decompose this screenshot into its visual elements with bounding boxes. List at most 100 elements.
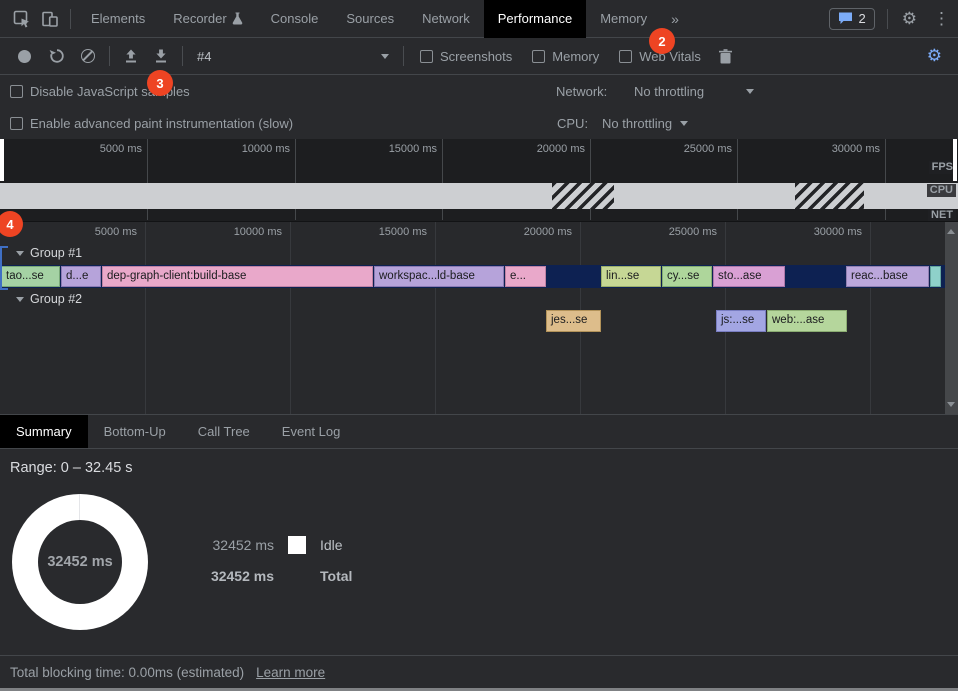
disable-js-checkbox[interactable] [10, 85, 23, 98]
network-throttle-select[interactable]: No throttling [634, 84, 754, 99]
capture-settings-gear-icon[interactable]: ⚙ [919, 46, 950, 66]
tab-console[interactable]: Console [257, 0, 333, 38]
tab-elements[interactable]: Elements [77, 0, 159, 38]
issues-count: 2 [859, 11, 866, 26]
tab-memory[interactable]: Memory [586, 0, 661, 38]
group-1-track: tao...sed...edep-graph-client:build-base… [0, 265, 946, 288]
tab-event-log[interactable]: Event Log [266, 415, 357, 448]
settings-gear-icon[interactable]: ⚙ [894, 9, 925, 29]
kebab-menu-icon[interactable]: ⋮ [925, 9, 958, 29]
device-toolbar-icon[interactable] [36, 6, 64, 32]
flame-event-bar[interactable]: e... [505, 266, 546, 287]
total-value: 32452 ms [196, 568, 274, 584]
scroll-up-icon[interactable] [947, 229, 955, 234]
overview-left-handle[interactable] [0, 139, 4, 181]
flame-event-bar[interactable]: dep-graph-client:build-base [102, 266, 373, 287]
step-badge-3: 3 [147, 70, 173, 96]
tab-sources[interactable]: Sources [332, 0, 408, 38]
idle-swatch [288, 536, 306, 554]
flame-event-bar[interactable]: js:...se [716, 310, 766, 332]
tab-performance[interactable]: Performance [484, 0, 586, 38]
network-throttle-label: Network: [556, 84, 607, 99]
overview-tick-label: 5000 ms [37, 143, 142, 155]
tab-recorder[interactable]: Recorder [159, 0, 256, 38]
overview-tick-label: 15000 ms [332, 143, 437, 155]
tab-summary[interactable]: Summary [0, 415, 88, 448]
tab-label: Elements [91, 0, 145, 38]
divider [109, 46, 110, 66]
download-arrow-icon [154, 49, 168, 64]
group-2-header[interactable]: Group #2 [16, 292, 82, 306]
group-2-track: jes...se js:...seweb:...ase [0, 310, 946, 332]
timeline-overview[interactable]: FPS CPU NET 5000 ms10000 ms15000 ms20000… [0, 139, 958, 222]
donut-legend: 32452 ms Idle 32452 ms Total [196, 536, 352, 598]
flame-event-bar[interactable]: web:...ase [767, 310, 847, 332]
tab-label: Summary [16, 424, 72, 439]
paint-instrumentation-checkbox[interactable] [10, 117, 23, 130]
flame-event-bar[interactable]: cy...se [662, 266, 712, 287]
group-1-header[interactable]: Group #1 [16, 246, 82, 260]
screenshots-checkbox[interactable] [420, 50, 433, 63]
flask-icon [232, 12, 243, 25]
overview-right-handle[interactable] [953, 139, 957, 181]
cpu-throttle-select[interactable]: No throttling [602, 116, 688, 131]
net-lane-label: NET [928, 209, 956, 222]
reload-and-record-button[interactable] [49, 48, 65, 64]
recording-history-value: #4 [197, 49, 211, 64]
inspect-element-icon[interactable] [8, 6, 36, 32]
trash-icon [719, 49, 732, 64]
memory-label: Memory [552, 49, 599, 64]
web-vitals-checkbox[interactable] [619, 50, 632, 63]
collapse-triangle-icon [16, 297, 24, 302]
devtools-tab-bar: Elements Recorder Console Sources Networ… [0, 0, 958, 38]
flame-event-bar[interactable] [930, 266, 941, 287]
donut-hole: 32452 ms [38, 520, 122, 604]
recording-history-select[interactable]: #4 [197, 49, 389, 64]
flame-event-bar[interactable]: workspac...ld-base [374, 266, 504, 287]
tab-label: Console [271, 0, 319, 38]
donut-seam [79, 494, 80, 520]
tab-label: Performance [498, 0, 572, 38]
tab-label: Call Tree [198, 424, 250, 439]
overview-tick-label: 10000 ms [185, 143, 290, 155]
tab-network[interactable]: Network [408, 0, 484, 38]
screenshots-checkbox-group[interactable]: Screenshots [420, 49, 512, 64]
garbage-collect-button[interactable] [719, 49, 732, 64]
flame-tick-label: 15000 ms [327, 226, 427, 238]
donut-total-label: 32452 ms [47, 554, 112, 570]
paint-instrumentation-checkbox-group[interactable]: Enable advanced paint instrumentation (s… [10, 116, 293, 131]
issues-counter-button[interactable]: 2 [829, 8, 875, 30]
flame-event-bar[interactable]: tao...se [1, 266, 60, 287]
flame-event-bar[interactable]: jes...se [546, 310, 601, 332]
clear-recording-button[interactable] [81, 49, 95, 63]
chevron-double-right-icon: » [671, 0, 679, 38]
flame-event-bar[interactable]: lin...se [601, 266, 661, 287]
learn-more-link[interactable]: Learn more [256, 665, 325, 680]
tab-call-tree[interactable]: Call Tree [182, 415, 266, 448]
range-label: Range: 0 – 32.45 s [10, 460, 133, 476]
chevron-down-icon [680, 121, 688, 126]
flame-event-bar[interactable]: d...e [61, 266, 101, 287]
flame-chart-scrollbar[interactable] [945, 222, 958, 414]
divider [182, 46, 183, 66]
legend-row-idle: 32452 ms Idle [196, 536, 352, 554]
cpu-throttled-hatch [552, 183, 614, 209]
group-2-label: Group #2 [30, 292, 82, 306]
memory-checkbox-group[interactable]: Memory [532, 49, 599, 64]
reload-icon [49, 48, 65, 64]
flame-event-bar[interactable]: sto...ase [713, 266, 785, 287]
tab-bottom-up[interactable]: Bottom-Up [88, 415, 182, 448]
flame-chart[interactable]: Group #1 tao...sed...edep-graph-client:b… [0, 222, 958, 415]
scroll-down-icon[interactable] [947, 402, 955, 407]
group-1-label: Group #1 [30, 246, 82, 260]
flame-event-bar[interactable]: reac...base [846, 266, 929, 287]
load-profile-button[interactable] [124, 49, 138, 64]
step-badge-2: 2 [649, 28, 675, 54]
activity-donut-chart: 32452 ms [12, 494, 148, 630]
memory-checkbox[interactable] [532, 50, 545, 63]
tab-label: Recorder [173, 0, 226, 38]
cpu-throttled-hatch [795, 183, 864, 209]
settings-row-2: Enable advanced paint instrumentation (s… [0, 107, 958, 139]
save-profile-button[interactable] [154, 49, 168, 64]
record-button[interactable] [18, 50, 31, 63]
